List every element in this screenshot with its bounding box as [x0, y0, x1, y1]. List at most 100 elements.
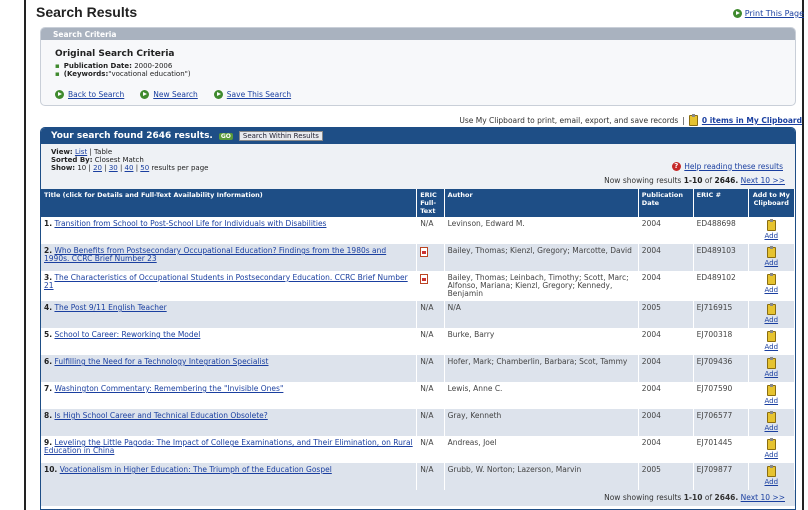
- eric-number-cell: EJ707590: [693, 382, 749, 409]
- clipboard-icon[interactable]: [766, 411, 776, 423]
- add-link[interactable]: Add: [764, 259, 778, 267]
- author-cell: Burke, Barry: [444, 328, 639, 355]
- eric-fulltext-cell: N/A: [416, 382, 445, 409]
- print-page-label[interactable]: Print This Page: [745, 9, 804, 18]
- left-border: [24, 0, 26, 510]
- show-40-link[interactable]: 40: [125, 164, 134, 172]
- result-title-link[interactable]: School to Career: Reworking the Model: [54, 330, 200, 339]
- add-link[interactable]: Add: [764, 370, 778, 378]
- keywords-value: "vocational education"): [108, 70, 191, 78]
- eric-fulltext-cell: N/A: [416, 301, 445, 328]
- add-link[interactable]: Add: [764, 397, 778, 405]
- col-title[interactable]: Title (click for Details and Full-Text A…: [41, 189, 418, 217]
- clipboard-icon[interactable]: [766, 438, 776, 450]
- add-link[interactable]: Add: [764, 451, 778, 459]
- pub-date-label: Publication Date:: [63, 62, 132, 70]
- result-title-link[interactable]: Is High School Career and Technical Educ…: [54, 411, 267, 420]
- result-title-link[interactable]: Fulfilling the Need for a Technology Int…: [54, 357, 268, 366]
- print-page-link[interactable]: Print This Page: [732, 9, 804, 18]
- sorted-label: Sorted By:: [51, 156, 93, 164]
- show-50-link[interactable]: 50: [140, 164, 149, 172]
- clipboard-link[interactable]: 0 items in My Clipboard: [702, 116, 802, 125]
- add-clipboard-cell: Add: [748, 244, 795, 271]
- next-10-link-top[interactable]: Next 10 >>: [741, 176, 785, 185]
- result-title-cell: 5. School to Career: Reworking the Model: [41, 328, 418, 355]
- search-within-button[interactable]: Search Within Results: [238, 131, 323, 141]
- clipboard-icon[interactable]: [766, 273, 776, 285]
- view-list-link[interactable]: List: [75, 148, 87, 156]
- clipboard-icon[interactable]: [766, 246, 776, 258]
- eric-number-cell: EJ709877: [693, 463, 749, 490]
- pub-date-value: 2000-2006: [134, 62, 173, 70]
- result-title-link[interactable]: The Post 9/11 English Teacher: [54, 303, 166, 312]
- show-20-link[interactable]: 20: [93, 164, 102, 172]
- help-icon: [672, 162, 682, 171]
- sorted-value: Closest Match: [94, 156, 144, 164]
- pdf-icon[interactable]: [420, 274, 429, 284]
- result-title-cell: 9. Leveling the Little Pagoda: The Impac…: [41, 436, 418, 463]
- criteria-item-date: Publication Date: 2000-2006: [55, 62, 795, 70]
- clipboard-icon[interactable]: [766, 384, 776, 396]
- back-to-search[interactable]: Back to Search: [55, 90, 124, 99]
- pub-date-cell: 2005: [638, 463, 694, 490]
- new-search[interactable]: New Search: [140, 90, 198, 99]
- results-body: 1. Transition from School to Post-School…: [41, 217, 795, 490]
- show-current: 10: [77, 164, 87, 172]
- show-30-link[interactable]: 30: [109, 164, 118, 172]
- add-link[interactable]: Add: [764, 343, 778, 351]
- table-row: 4. The Post 9/11 English Teacher N/A N/A 20…: [41, 301, 795, 328]
- help-reading-link[interactable]: Help reading these results: [672, 162, 783, 171]
- arrow-circle-icon: [732, 9, 742, 18]
- save-search[interactable]: Save This Search: [213, 90, 291, 99]
- clipboard-icon[interactable]: [766, 465, 776, 477]
- result-title-link[interactable]: Leveling the Little Pagoda: The Impact o…: [44, 438, 413, 455]
- clipboard-icon[interactable]: [766, 219, 776, 231]
- criteria-item-keywords: (Keywords:"vocational education"): [55, 70, 795, 78]
- results-header: Your search found 2646 results. GO Searc…: [41, 128, 795, 144]
- author-cell: Andreas, Joel: [444, 436, 639, 463]
- add-link[interactable]: Add: [764, 424, 778, 432]
- pub-date-cell: 2004: [638, 244, 694, 271]
- pub-date-cell: 2004: [638, 355, 694, 382]
- pdf-icon[interactable]: [420, 247, 429, 257]
- result-title-link[interactable]: The Characteristics of Occupational Stud…: [44, 273, 408, 290]
- show-label: Show:: [51, 164, 76, 172]
- add-link[interactable]: Add: [764, 232, 778, 240]
- back-to-search-link[interactable]: Back to Search: [68, 90, 124, 99]
- add-link[interactable]: Add: [764, 286, 778, 294]
- result-number: 8.: [44, 411, 53, 420]
- save-search-link[interactable]: Save This Search: [227, 90, 291, 99]
- result-title-link[interactable]: Who Benefits from Postsecondary Occupati…: [44, 246, 386, 263]
- arrow-circle-icon: [140, 90, 150, 99]
- result-title-cell: 2. Who Benefits from Postsecondary Occup…: [41, 244, 418, 271]
- result-number: 7.: [44, 384, 53, 393]
- clipboard-prompt: Use My Clipboard to print, email, export…: [459, 116, 679, 125]
- result-title-cell: 4. The Post 9/11 English Teacher: [41, 301, 418, 328]
- help-reading-label[interactable]: Help reading these results: [684, 162, 783, 171]
- view-row: View: List | Table: [51, 148, 113, 156]
- add-link[interactable]: Add: [764, 478, 778, 486]
- eric-fulltext-value: N/A: [420, 303, 434, 312]
- col-pub-date[interactable]: Publication Date: [638, 189, 694, 217]
- show-suffix: results per page: [151, 164, 209, 172]
- arrow-circle-icon: [213, 90, 223, 99]
- view-options: View: List | Table Sorted By: Closest Ma…: [41, 144, 795, 189]
- clipboard-icon[interactable]: [766, 303, 776, 315]
- table-row: 7. Washington Commentary: Remembering th…: [41, 382, 795, 409]
- result-title-link[interactable]: Transition from School to Post-School Li…: [54, 219, 326, 228]
- result-title-link[interactable]: Vocationalism in Higher Education: The T…: [60, 465, 332, 474]
- col-author[interactable]: Author: [444, 189, 639, 217]
- table-header-row: Title (click for Details and Full-Text A…: [41, 189, 795, 217]
- search-criteria-panel: Search Criteria Original Search Criteria…: [40, 27, 796, 106]
- table-row: 1. Transition from School to Post-School…: [41, 217, 795, 244]
- add-link[interactable]: Add: [764, 316, 778, 324]
- clipboard-icon[interactable]: [766, 357, 776, 369]
- result-title-link[interactable]: Washington Commentary: Remembering the "…: [54, 384, 283, 393]
- clipboard-icon[interactable]: [766, 330, 776, 342]
- pub-date-cell: 2004: [638, 328, 694, 355]
- new-search-link[interactable]: New Search: [153, 90, 198, 99]
- add-clipboard-cell: Add: [748, 355, 795, 382]
- col-eric-number[interactable]: ERIC #: [693, 189, 749, 217]
- next-10-link-bottom[interactable]: Next 10 >>: [741, 493, 785, 502]
- eric-number-cell: EJ709436: [693, 355, 749, 382]
